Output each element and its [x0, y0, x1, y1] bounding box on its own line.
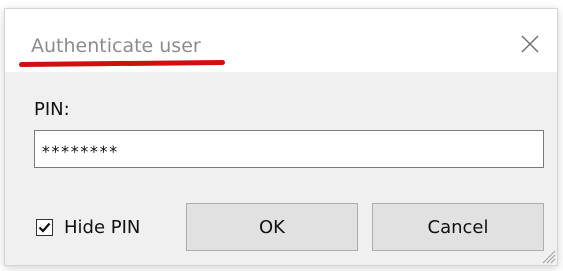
- close-icon[interactable]: [519, 33, 541, 55]
- checkbox-box[interactable]: [36, 218, 53, 236]
- hide-pin-label: Hide PIN: [64, 216, 141, 238]
- hide-pin-checkbox[interactable]: Hide PIN: [36, 216, 140, 238]
- pin-input[interactable]: [34, 130, 544, 168]
- annotation-underline: [18, 59, 226, 68]
- screen: Authenticate user PIN: Hide PIN OK Cance…: [0, 0, 563, 271]
- dialog-title: Authenticate user: [31, 35, 201, 57]
- authenticate-dialog: Authenticate user PIN: Hide PIN OK Cance…: [4, 8, 558, 266]
- title-bar[interactable]: Authenticate user: [5, 9, 557, 72]
- ok-button[interactable]: OK: [186, 203, 358, 251]
- checkmark-icon: [38, 222, 51, 233]
- cancel-button[interactable]: Cancel: [372, 203, 544, 251]
- resize-grip-icon[interactable]: [540, 248, 556, 264]
- pin-label: PIN:: [34, 99, 70, 120]
